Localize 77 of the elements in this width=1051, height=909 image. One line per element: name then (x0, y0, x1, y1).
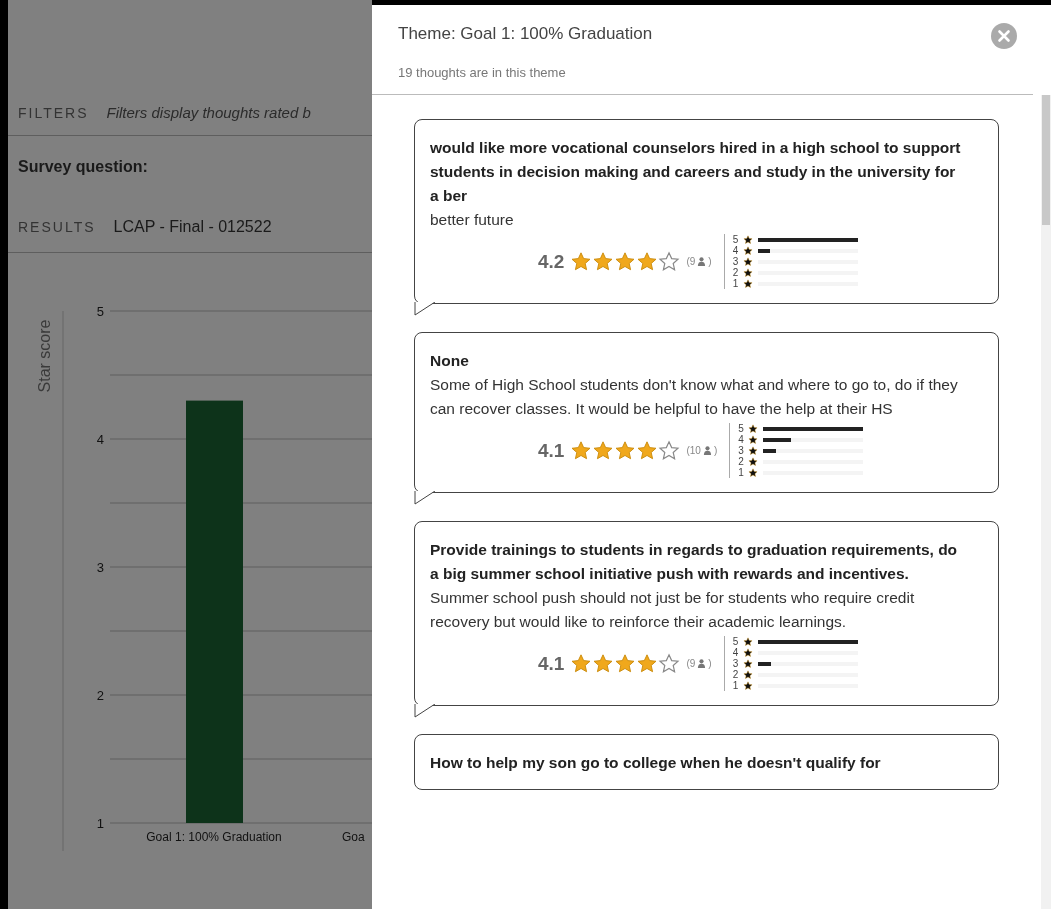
person-icon (702, 446, 712, 455)
star-icon (614, 439, 637, 462)
star-icon (748, 423, 759, 434)
thought-count: 19 thoughts are in this theme (372, 49, 1033, 95)
star-level-label: 4 (738, 434, 745, 445)
star-icon (748, 467, 759, 478)
average-score: 4.2 (538, 250, 565, 273)
person-icon (697, 257, 707, 266)
star-level-label: 1 (738, 467, 745, 478)
star-icon (742, 658, 753, 669)
star-icon (592, 250, 615, 273)
y-tick-label: 2 (96, 688, 104, 703)
star-level-label: 4 (732, 647, 740, 658)
results-label: RESULTS (18, 219, 96, 235)
y-tick-label: 3 (96, 560, 104, 575)
star-icon (742, 234, 753, 245)
rater-count: (10 ) (686, 445, 718, 456)
survey-name: LCAP - Final - 012522 (113, 218, 272, 236)
star-icon (658, 652, 681, 675)
thought-title: would like more vocational counselors hired in a high school to support students in decision making and careers and study in the university for a ber (430, 138, 962, 206)
y-tick-label: 4 (96, 432, 104, 447)
star-icon (614, 250, 637, 273)
thought-title: How to help my son go to college when he doesn't qualify for (430, 753, 882, 773)
star-icon (614, 652, 637, 675)
thought-title: Provide trainings to students in regards to graduation requirements, do a big summer school initiative push with rewards and incentives. (430, 540, 959, 584)
rater-count: (9 ) (686, 256, 712, 267)
y-axis-title: Star score (36, 319, 53, 393)
star-icon (742, 669, 753, 680)
y-tick-label: 1 (96, 816, 104, 831)
star-level-label: 2 (732, 669, 740, 680)
star-level-label: 5 (732, 234, 740, 245)
star-icon (570, 250, 593, 273)
close-icon[interactable] (991, 23, 1017, 49)
star-icon (592, 652, 615, 675)
filters-hint: Filters display thoughts rated b (106, 104, 311, 121)
star-level-label: 2 (732, 267, 740, 278)
star-icon (742, 278, 753, 289)
star-level-label: 5 (732, 636, 740, 647)
star-icon (592, 439, 615, 462)
star-icon (748, 445, 759, 456)
star-icon (742, 256, 753, 267)
thought-text: Summer school push should not just be for students who require credit recovery but would like to reinforce their academic learnings. (430, 588, 916, 632)
star-level-label: 4 (732, 245, 740, 256)
thought-text: Some of High School students don't know what and where to go to, do if they can recover classes. It would be helpful to have the help at their HS (430, 375, 959, 419)
star-icon (742, 647, 753, 658)
y-tick-label: 5 (96, 304, 104, 319)
star-level-label: 3 (732, 256, 740, 267)
star-icon (636, 439, 659, 462)
x-category-label: Goa (342, 830, 365, 844)
filters-label: FILTERS (18, 105, 89, 121)
star-icon (742, 636, 753, 647)
star-level-label: 5 (738, 423, 745, 434)
star-level-label: 3 (732, 658, 740, 669)
rater-count: (9 ) (686, 658, 712, 669)
star-icon (636, 652, 659, 675)
thought-title: None (430, 351, 470, 371)
star-level-label: 1 (732, 278, 740, 289)
star-icon (636, 250, 659, 273)
star-icon (658, 250, 681, 273)
star-icon (742, 245, 753, 256)
average-score: 4.1 (538, 439, 565, 462)
average-score: 4.1 (538, 652, 565, 675)
star-icon (742, 680, 753, 691)
star-icon (742, 267, 753, 278)
star-icon (570, 439, 593, 462)
person-icon (697, 659, 707, 668)
star-level-label: 2 (738, 456, 745, 467)
star-icon (570, 652, 593, 675)
panel-title: Theme: Goal 1: 100% Graduation (398, 24, 653, 44)
star-icon (658, 439, 681, 462)
star-icon (748, 456, 759, 467)
x-category-label: Goal 1: 100% Graduation (146, 830, 282, 844)
survey-question-label: Survey question: (18, 158, 148, 176)
star-level-label: 3 (738, 445, 745, 456)
thought-text: better future (430, 210, 515, 230)
star-icon (748, 434, 759, 445)
star-level-label: 1 (732, 680, 740, 691)
